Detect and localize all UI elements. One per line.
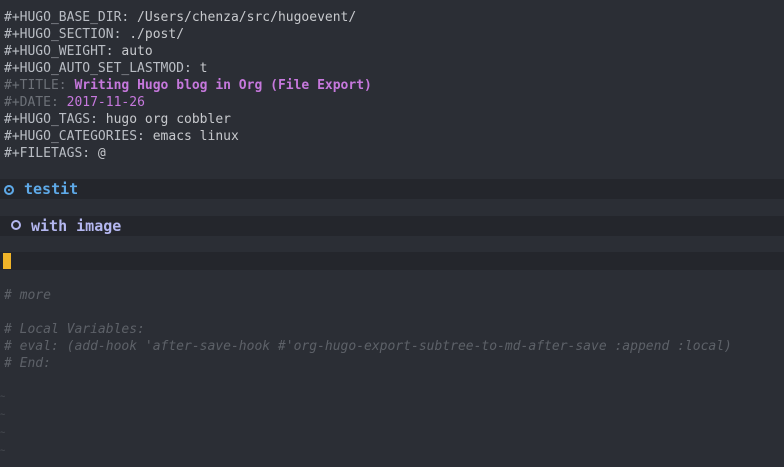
keyword-line-hugo-base-dir: #+HUGO_BASE_DIR: /Users/chenza/src/hugoe… <box>4 10 357 25</box>
heading-circle-icon <box>11 220 21 230</box>
fringe-tilde-icon: ∼ <box>0 428 6 438</box>
keyword-line-hugo-categories: #+HUGO_CATEGORIES: emacs linux <box>4 129 239 144</box>
keyword-line-hugo-weight: #+HUGO_WEIGHT: auto <box>4 44 153 59</box>
comment-line: # more <box>4 288 51 303</box>
comment-line: # eval: (add-hook 'after-save-hook #'org… <box>4 339 732 354</box>
fringe-tilde-icon: ∼ <box>0 392 6 402</box>
heading-level2[interactable]: with image <box>11 216 121 236</box>
text-cursor <box>3 253 11 269</box>
heading-1-band <box>0 179 784 199</box>
org-buffer[interactable]: #+HUGO_BASE_DIR: /Users/chenza/src/hugoe… <box>0 0 784 467</box>
keyword-line-hugo-tags: #+HUGO_TAGS: hugo org cobbler <box>4 112 231 127</box>
heading-bullet-icon <box>4 185 14 195</box>
keyword-line-filetags: #+FILETAGS: @ <box>4 146 106 161</box>
current-line-highlight <box>0 252 784 270</box>
fringe-tilde-icon: ∼ <box>0 410 6 420</box>
keyword-line-date: #+DATE: 2017-11-26 <box>4 95 145 110</box>
heading-level1[interactable]: testit <box>4 179 78 199</box>
fringe-tilde-icon: ∼ <box>0 446 6 456</box>
keyword-line-hugo-section: #+HUGO_SECTION: ./post/ <box>4 27 185 42</box>
keyword-line-hugo-auto-set-lastmod: #+HUGO_AUTO_SET_LASTMOD: t <box>4 61 208 76</box>
comment-line: # Local Variables: <box>4 322 145 337</box>
comment-line: # End: <box>4 356 51 371</box>
keyword-line-title: #+TITLE: Writing Hugo blog in Org (File … <box>4 78 372 93</box>
